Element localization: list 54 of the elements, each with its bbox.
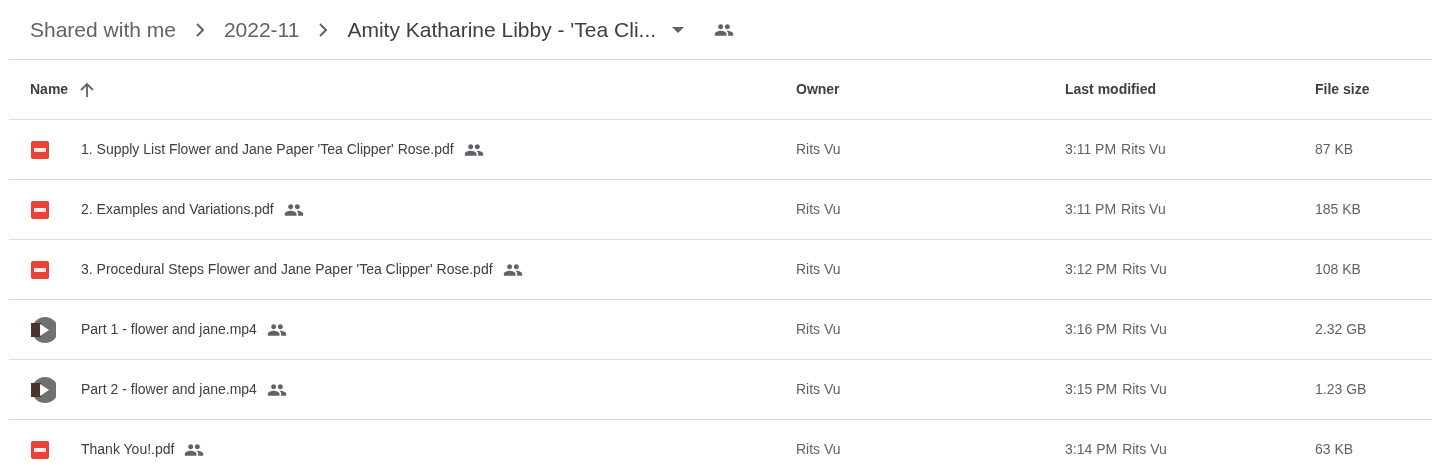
modified-by: Rits Vu (1122, 320, 1167, 339)
modified-by: Rits Vu (1121, 140, 1166, 159)
pdf-icon (30, 439, 50, 460)
video-thumbnail-icon (30, 376, 56, 403)
shared-icon (502, 262, 523, 277)
shared-icon (184, 442, 205, 457)
shared-folder-icon (714, 22, 735, 37)
file-name[interactable]: 2. Examples and Variations.pdf (81, 199, 274, 220)
file-size: 1.23 GB (1315, 381, 1367, 397)
breadcrumb-item[interactable]: 2022-11 (223, 13, 300, 46)
shared-icon (283, 202, 304, 217)
file-size: 63 KB (1315, 441, 1354, 457)
dropdown-caret-icon[interactable] (672, 26, 685, 33)
column-header[interactable]: Last modified (1065, 79, 1156, 100)
chevron-right-icon (317, 22, 330, 37)
breadcrumb-item[interactable]: Shared with me (30, 13, 176, 46)
file-name[interactable]: 3. Procedural Steps Flower and Jane Paper 'Tea Clipper' Rose.pdf (81, 259, 493, 280)
modified-by: Rits Vu (1122, 260, 1167, 279)
column-header[interactable]: Name (30, 79, 69, 100)
pdf-icon (30, 139, 50, 160)
pdf-icon (30, 199, 50, 220)
modified-time: 3:14 PM (1065, 440, 1118, 459)
file-size: 108 KB (1315, 261, 1361, 277)
breadcrumb-item[interactable]: Amity Katharine Libby - 'Tea Cli... (347, 13, 657, 46)
file-name[interactable]: Part 1 - flower and jane.mp4 (81, 319, 257, 340)
owner-name: Rits Vu (796, 201, 841, 217)
owner-name: Rits Vu (796, 381, 841, 397)
shared-icon (266, 322, 287, 337)
modified-time: 3:12 PM (1065, 260, 1118, 279)
shared-icon (463, 142, 484, 157)
file-size: 2.32 GB (1315, 321, 1367, 337)
column-header[interactable]: File size (1315, 79, 1370, 100)
modified-time: 3:11 PM (1065, 200, 1117, 219)
owner-name: Rits Vu (796, 261, 841, 277)
chevron-right-icon (193, 22, 206, 37)
owner-name: Rits Vu (796, 321, 841, 337)
file-name[interactable]: Part 2 - flower and jane.mp4 (81, 379, 257, 400)
shared-icon (266, 382, 287, 397)
file-size: 185 KB (1315, 201, 1361, 217)
file-name[interactable]: Thank You!.pdf (81, 439, 175, 460)
video-thumbnail-icon (30, 316, 56, 343)
sort-arrow-up-icon[interactable] (80, 81, 95, 98)
modified-by: Rits Vu (1121, 200, 1166, 219)
modified-by: Rits Vu (1122, 380, 1167, 399)
modified-time: 3:16 PM (1065, 320, 1118, 339)
modified-time: 3:11 PM (1065, 140, 1117, 159)
modified-time: 3:15 PM (1065, 380, 1118, 399)
owner-name: Rits Vu (796, 441, 841, 457)
file-size: 87 KB (1315, 141, 1354, 157)
modified-by: Rits Vu (1122, 440, 1167, 459)
column-header[interactable]: Owner (796, 79, 840, 100)
file-name[interactable]: 1. Supply List Flower and Jane Paper 'Tea Clipper' Rose.pdf (81, 139, 454, 160)
owner-name: Rits Vu (796, 141, 841, 157)
pdf-icon (30, 259, 50, 280)
